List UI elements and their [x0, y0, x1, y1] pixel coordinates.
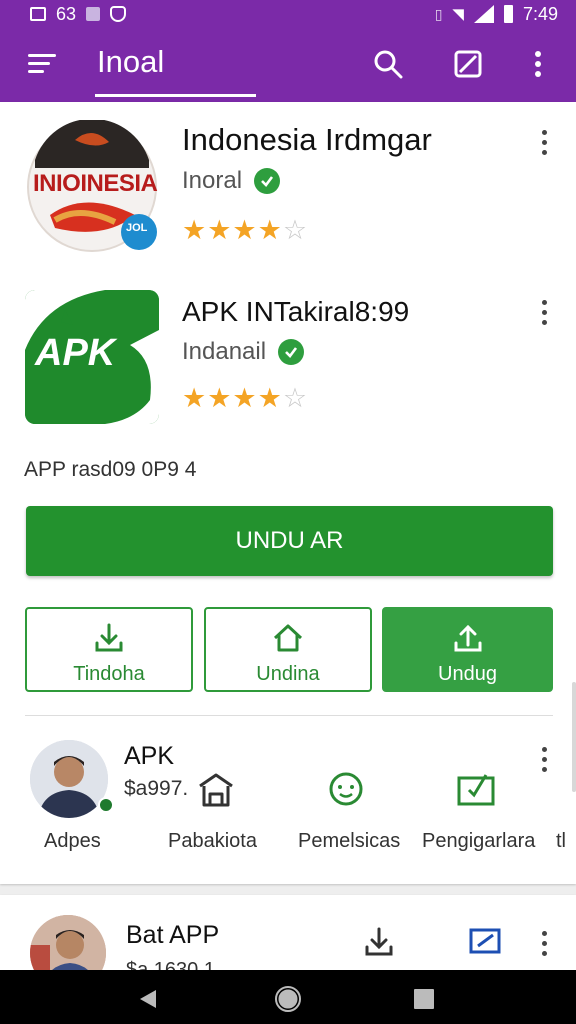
edit-box-icon[interactable]	[468, 925, 502, 959]
action-label: Undug	[438, 663, 497, 685]
app-developer: Indanail	[182, 338, 305, 366]
divider	[25, 715, 553, 716]
rating-stars: ★★★★☆	[182, 215, 308, 246]
app-more-icon[interactable]	[538, 300, 550, 326]
navigation-bar	[0, 970, 576, 1024]
app-list-item[interactable]: INIOINESIA JOL Indonesia Irdmgar Inoral …	[0, 120, 576, 260]
chat-icon[interactable]	[326, 770, 366, 810]
app-size-info: APP rasd09 0P9 4	[24, 458, 197, 481]
app-name: APK INTakiral8:99	[182, 296, 410, 327]
signal-icon	[473, 5, 494, 23]
app-icon-text: APK	[35, 332, 116, 374]
rating-empty-star: ☆	[282, 215, 309, 245]
action-button-upload[interactable]: Undug	[382, 607, 553, 692]
app-icon-apk: APK	[25, 290, 159, 424]
app-name: Indonesia Irdmgar	[182, 122, 432, 157]
app-more-icon[interactable]	[538, 130, 550, 156]
battery-icon	[503, 5, 513, 23]
action-button-download[interactable]: Tindoha	[25, 607, 193, 692]
profile-more-icon[interactable]	[538, 747, 550, 773]
app-developer-name: Inoral	[182, 167, 243, 194]
item-more-icon[interactable]	[538, 931, 550, 957]
app-notification-icon	[86, 7, 101, 21]
recents-icon[interactable]	[414, 989, 434, 1009]
item-price: $a 1630.1	[126, 959, 215, 970]
action-label: Tindoha	[73, 663, 145, 685]
rating-empty-star: ☆	[282, 383, 309, 413]
search-icon[interactable]	[370, 46, 406, 82]
status-left: 63	[30, 3, 127, 25]
app-icon-text: INIOINESIA	[33, 170, 158, 197]
shield-icon	[110, 6, 127, 22]
verified-icon	[278, 339, 305, 365]
overflow-menu-icon[interactable]	[520, 46, 556, 82]
quick-action-label[interactable]: Adpes	[44, 830, 101, 853]
avatar[interactable]	[30, 740, 108, 818]
profile-name: APK	[124, 742, 175, 770]
app-screen: 63 ▯ ◥ 7:49 Inoal INIOINESIA JOL Indones…	[0, 0, 576, 1024]
home-icon	[273, 624, 303, 652]
quick-action-label[interactable]: Pemelsicas	[298, 830, 400, 853]
edit-box-icon[interactable]	[450, 46, 486, 82]
status-left-text: 63	[56, 3, 77, 24]
item-name: Bat APP	[126, 921, 220, 949]
quick-action-label[interactable]: Pengigarlara	[422, 830, 535, 853]
verified-icon	[254, 168, 281, 194]
checklist-icon[interactable]	[456, 770, 496, 810]
menu-icon[interactable]	[28, 52, 56, 76]
app-list-card: Bat APP $a 1630.1	[0, 895, 576, 970]
scrollbar[interactable]	[572, 682, 576, 792]
app-bar: Inoal	[0, 28, 576, 102]
upload-icon	[454, 624, 481, 652]
status-time: 7:49	[522, 3, 558, 24]
online-status-dot	[98, 797, 114, 813]
quick-action-label[interactable]: Pabakiota	[168, 830, 257, 853]
profile-price: $a997.	[124, 777, 189, 800]
app-developer: Inoral	[182, 167, 281, 195]
app-icon-indonesia: INIOINESIA JOL	[25, 120, 159, 254]
action-button-home[interactable]: Undina	[204, 607, 372, 692]
store-icon[interactable]	[196, 770, 236, 810]
tab-title[interactable]: Inoal	[97, 44, 164, 80]
download-icon[interactable]	[362, 925, 396, 959]
action-label: Undina	[256, 663, 320, 685]
avatar[interactable]	[30, 915, 106, 970]
tab-indicator	[95, 94, 256, 97]
app-icon-badge: JOL	[126, 222, 148, 234]
app-developer-name: Indanail	[182, 338, 267, 365]
wifi-icon: ◥	[452, 6, 464, 23]
quick-action-label[interactable]: tl	[556, 830, 566, 853]
back-icon[interactable]	[136, 987, 160, 1011]
status-right: ▯ ◥ 7:49	[435, 4, 558, 25]
rating-filled-stars: ★★★★	[182, 215, 283, 245]
home-button-icon[interactable]	[274, 985, 302, 1013]
app-list-item[interactable]: APK APK INTakiral8:99 Indanail ★★★★☆	[0, 290, 576, 430]
download-icon	[95, 623, 123, 652]
image-notification-icon	[30, 7, 46, 21]
vibrate-icon: ▯	[434, 5, 443, 22]
rating-stars: ★★★★☆	[182, 383, 308, 414]
download-app-button[interactable]: UNDU AR	[26, 506, 553, 576]
status-bar: 63 ▯ ◥ 7:49	[0, 0, 576, 28]
app-list-card: INIOINESIA JOL Indonesia Irdmgar Inoral …	[0, 102, 576, 884]
rating-filled-stars: ★★★★	[182, 383, 283, 413]
